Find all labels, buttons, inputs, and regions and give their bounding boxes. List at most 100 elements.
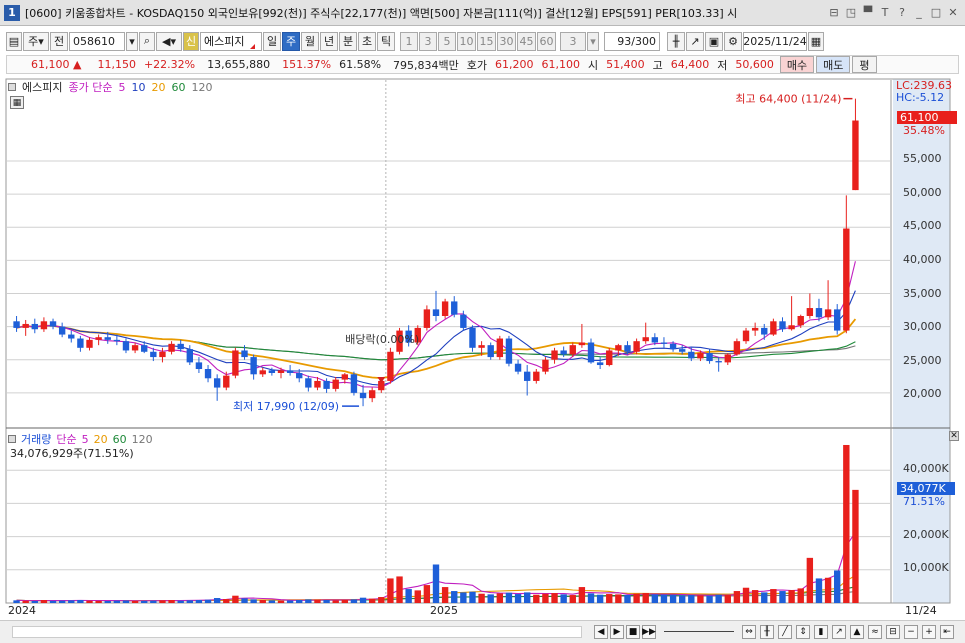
search-icon[interactable]: ⌕	[139, 31, 155, 51]
interval-30[interactable]: 30	[497, 31, 516, 51]
candle-body	[423, 309, 431, 328]
volume-bar	[843, 444, 850, 603]
stop-icon[interactable]: ■	[626, 625, 640, 639]
date-field[interactable]: 2025/11/24	[743, 31, 807, 51]
horizontal-scrollbar[interactable]	[12, 626, 582, 638]
tool-extra-icon[interactable]: ≈	[868, 625, 882, 639]
tab-year[interactable]: 년	[320, 31, 338, 51]
count-select[interactable]: 3	[560, 31, 586, 51]
zoom-out-icon[interactable]: −	[904, 625, 918, 639]
hoga-label: 호가	[466, 58, 488, 72]
volume-bar	[496, 593, 504, 603]
buy-button[interactable]: 매수	[779, 56, 815, 73]
tab-month[interactable]: 월	[301, 31, 319, 51]
interval-45[interactable]: 45	[517, 31, 536, 51]
count-dropdown-icon[interactable]: ▾	[587, 31, 599, 51]
interval-15[interactable]: 15	[477, 31, 496, 51]
interval-1[interactable]: 1	[400, 31, 418, 51]
tab-tick[interactable]: 틱	[377, 31, 395, 51]
save-icon[interactable]: ▣	[705, 31, 723, 51]
candle-body	[587, 342, 595, 363]
candle-body	[104, 337, 111, 340]
volume-bar	[624, 595, 631, 603]
y-tick-55000: 55,000	[903, 152, 942, 165]
legend-stock-name[interactable]: 에스피지	[22, 79, 62, 95]
range-field[interactable]: 93/300	[604, 31, 660, 51]
eval-button[interactable]: 평	[852, 56, 877, 73]
tool-bar-icon[interactable]: ▮	[814, 625, 828, 639]
stock-code-input[interactable]: 058610	[69, 31, 125, 51]
volume-bar	[350, 599, 358, 603]
link-icon[interactable]: ◳	[843, 4, 859, 21]
split-icon[interactable]: ⊟	[826, 4, 842, 21]
volume-bar	[414, 590, 421, 603]
volume-bar	[232, 595, 239, 603]
tab-day[interactable]: 일	[263, 31, 281, 51]
interval-3[interactable]: 3	[419, 31, 437, 51]
minimize-button[interactable]: _	[911, 4, 927, 21]
settings-icon[interactable]: ⚙	[724, 31, 742, 51]
tool-trend-icon[interactable]: ↗	[832, 625, 846, 639]
candle-icon[interactable]: ╫	[667, 31, 685, 51]
candle-body	[40, 321, 48, 330]
tab-minute[interactable]: 분	[339, 31, 357, 51]
zoom-slider[interactable]	[664, 631, 734, 632]
help-icon[interactable]: ?	[894, 4, 910, 21]
speaker-icon[interactable]: ◀▾	[156, 31, 182, 51]
window-number-badge: 1	[4, 4, 20, 21]
prev-button[interactable]: 전	[50, 31, 68, 51]
stock-name-field[interactable]: 에스피지	[200, 31, 262, 51]
volume-close-icon[interactable]: ✕	[949, 431, 959, 441]
volume-bar	[688, 595, 695, 603]
interval-5[interactable]: 5	[438, 31, 456, 51]
tab-second[interactable]: 초	[358, 31, 376, 51]
tool-fit-icon[interactable]: ⇕	[796, 625, 810, 639]
tab-week[interactable]: 주	[282, 31, 300, 51]
legend-ma-10: 10	[131, 80, 146, 94]
volume-bar	[341, 600, 349, 603]
volume-bar	[286, 600, 294, 603]
candle-body	[806, 308, 814, 316]
zoom-in-icon[interactable]: +	[922, 625, 936, 639]
play-forward-icon[interactable]: ▶	[610, 625, 624, 639]
tool-scroll-icon[interactable]: ⇔	[742, 625, 756, 639]
font-icon[interactable]: T	[877, 4, 893, 21]
volume-legend-chip-icon[interactable]	[8, 435, 16, 443]
fast-forward-icon[interactable]: ▶▶	[642, 625, 656, 639]
close-button[interactable]: ✕	[945, 4, 961, 21]
maximize-button[interactable]: □	[928, 4, 944, 21]
list-icon[interactable]: ▤	[6, 31, 22, 51]
legend-ma-60: 60	[171, 80, 186, 94]
volume-bar	[505, 592, 513, 603]
calendar-icon[interactable]: ▦	[808, 31, 824, 51]
grid-table-icon[interactable]: ▦	[10, 96, 24, 109]
tool-split-icon[interactable]: ⊟	[886, 625, 900, 639]
current-volume-pct: 71.51%	[903, 495, 945, 508]
volume-bar	[779, 591, 786, 603]
candle-body	[150, 351, 157, 358]
volume-bar	[423, 585, 431, 603]
volume-bar	[514, 594, 522, 603]
legend-chip-icon[interactable]	[8, 83, 16, 91]
sell-button[interactable]: 매도	[816, 56, 851, 73]
interval-60[interactable]: 60	[537, 31, 556, 51]
tool-area-icon[interactable]: ▲	[850, 625, 864, 639]
tool-line-icon[interactable]: ╱	[778, 625, 792, 639]
code-dropdown-icon[interactable]: ▾	[126, 31, 138, 51]
period-select[interactable]: 주 ▾	[23, 31, 49, 51]
volume-bar	[241, 598, 248, 603]
interval-10[interactable]: 10	[457, 31, 476, 51]
draw-icon[interactable]: ↗	[686, 31, 704, 51]
candle-body	[204, 369, 212, 379]
stock-chart[interactable]: 최고 64,400 (11/24) 최저 17,990 (12/09) 배당락(0.…	[0, 76, 965, 636]
y-tick-25000: 25,000	[903, 354, 942, 367]
price-legend: 에스피지 종가 단순 5 10 20 60 120	[8, 79, 212, 95]
volume-bar	[578, 587, 586, 603]
volume-bar	[824, 577, 832, 603]
pin-icon[interactable]: ▀	[860, 4, 876, 21]
tool-candle-icon[interactable]: ╫	[760, 625, 774, 639]
play-back-icon[interactable]: ◀	[594, 625, 608, 639]
y-tick-30000: 30,000	[903, 320, 942, 333]
volume-bar	[432, 564, 440, 603]
collapse-icon[interactable]: ⇤	[940, 625, 954, 639]
